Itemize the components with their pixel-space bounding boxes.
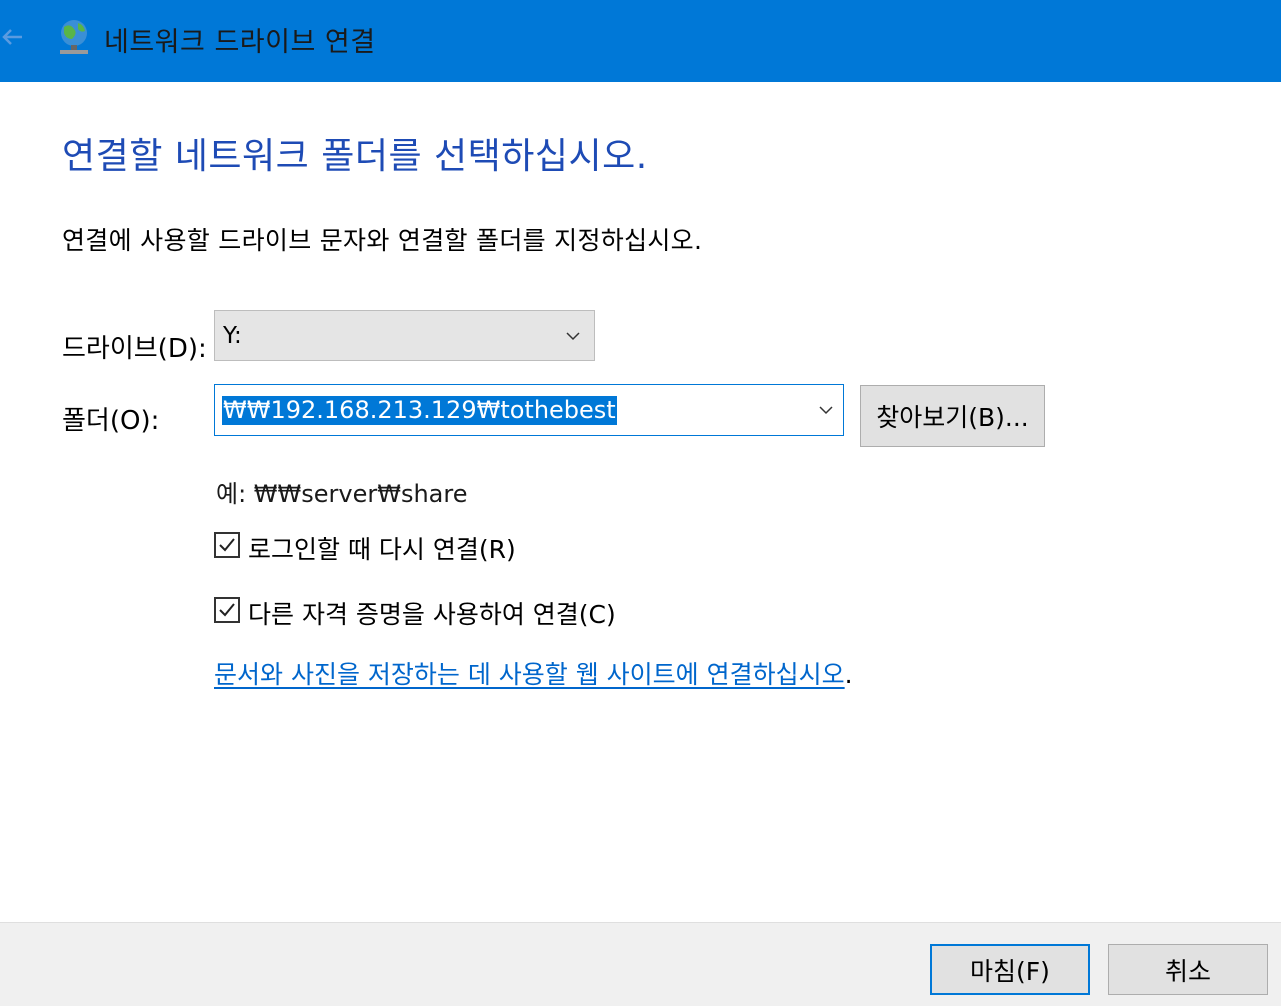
reconnect-checkbox-label: 로그인할 때 다시 연결(R): [248, 535, 516, 564]
cancel-button[interactable]: 취소: [1108, 944, 1268, 995]
drive-label: 드라이브(D):: [62, 334, 207, 364]
chevron-down-icon: [566, 332, 580, 341]
finish-button[interactable]: 마침(F): [930, 944, 1090, 995]
back-arrow-icon[interactable]: [0, 22, 26, 52]
drive-letter-value: Y:: [223, 323, 242, 349]
instruction-text: 연결에 사용할 드라이브 문자와 연결할 폴더를 지정하십시오.: [62, 226, 703, 255]
checkmark-icon: [219, 603, 235, 617]
connect-website-link[interactable]: 문서와 사진을 저장하는 데 사용할 웹 사이트에 연결하십시오: [214, 660, 845, 689]
folder-path-combobox[interactable]: ₩₩192.168.213.129₩tothebest: [214, 384, 844, 436]
title-bar: 네트워크 드라이브 연결: [0, 0, 1281, 82]
different-credentials-checkbox-label: 다른 자격 증명을 사용하여 연결(C): [248, 600, 616, 629]
different-credentials-checkbox[interactable]: [214, 597, 240, 623]
page-heading: 연결할 네트워크 폴더를 선택하십시오.: [62, 136, 648, 177]
window-title: 네트워크 드라이브 연결: [104, 27, 376, 58]
network-drive-icon: [60, 20, 88, 54]
website-link-row: 문서와 사진을 저장하는 데 사용할 웹 사이트에 연결하십시오.: [214, 655, 853, 691]
example-path-text: 예: ₩₩server₩share: [216, 480, 468, 508]
checkmark-icon: [219, 538, 235, 552]
drive-letter-select[interactable]: Y:: [214, 310, 595, 361]
chevron-down-icon[interactable]: [819, 406, 833, 415]
folder-path-input[interactable]: ₩₩192.168.213.129₩tothebest: [222, 396, 617, 425]
reconnect-checkbox[interactable]: [214, 532, 240, 558]
folder-label: 폴더(O):: [62, 406, 160, 436]
browse-button[interactable]: 찾아보기(B)...: [860, 385, 1045, 447]
link-suffix: .: [844, 660, 853, 689]
